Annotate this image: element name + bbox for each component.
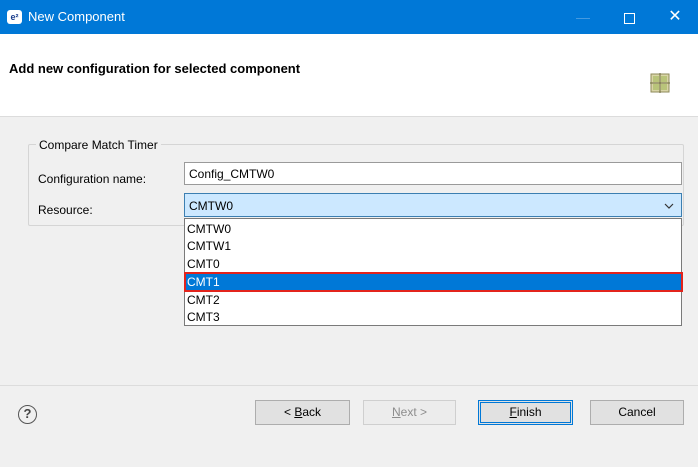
resource-option-cmt1[interactable]: CMT1	[185, 274, 681, 290]
wizard-header: Add new configuration for selected compo…	[0, 34, 698, 117]
back-rest: ack	[302, 405, 322, 419]
back-button[interactable]: < Back	[255, 400, 350, 425]
resource-option-cmt2[interactable]: CMT2	[185, 292, 681, 308]
next-rest: ext >	[400, 405, 428, 419]
resource-dropdown-list[interactable]: CMTW0 CMTW1 CMT0 CMT1 CMT2 CMT3	[184, 218, 683, 326]
resource-option-cmt3[interactable]: CMT3	[185, 309, 681, 325]
next-mnemonic: N	[391, 405, 401, 419]
chevron-down-icon	[664, 203, 674, 209]
title-bar: e² New Component — ✕	[0, 0, 698, 34]
resource-selected-value: CMTW0	[189, 199, 233, 213]
resource-option-cmtw1[interactable]: CMTW1	[185, 238, 681, 254]
configuration-name-input[interactable]	[184, 162, 682, 185]
group-label: Compare Match Timer	[36, 138, 161, 152]
component-grid-icon	[650, 73, 670, 93]
resource-label: Resource:	[38, 203, 93, 217]
finish-mnemonic: F	[509, 405, 517, 419]
finish-button[interactable]: Finish	[478, 400, 573, 425]
close-button[interactable]: ✕	[652, 0, 698, 34]
finish-rest: inish	[516, 405, 542, 419]
resource-combo[interactable]: CMTW0	[184, 193, 682, 217]
minimize-button[interactable]: —	[560, 0, 606, 34]
back-prefix: <	[283, 405, 295, 419]
window-title: New Component	[28, 9, 125, 24]
configuration-name-label: Configuration name:	[38, 172, 147, 186]
resource-option-cmt0[interactable]: CMT0	[185, 256, 681, 272]
maximize-icon	[623, 12, 635, 24]
help-icon[interactable]: ?	[18, 405, 37, 424]
maximize-button[interactable]	[606, 0, 652, 34]
page-title: Add new configuration for selected compo…	[9, 61, 301, 76]
cancel-button[interactable]: Cancel	[590, 400, 684, 425]
next-button[interactable]: Next >	[363, 400, 456, 425]
resource-option-cmtw0[interactable]: CMTW0	[185, 221, 681, 237]
footer-divider	[0, 385, 698, 386]
app-icon: e²	[7, 10, 22, 24]
